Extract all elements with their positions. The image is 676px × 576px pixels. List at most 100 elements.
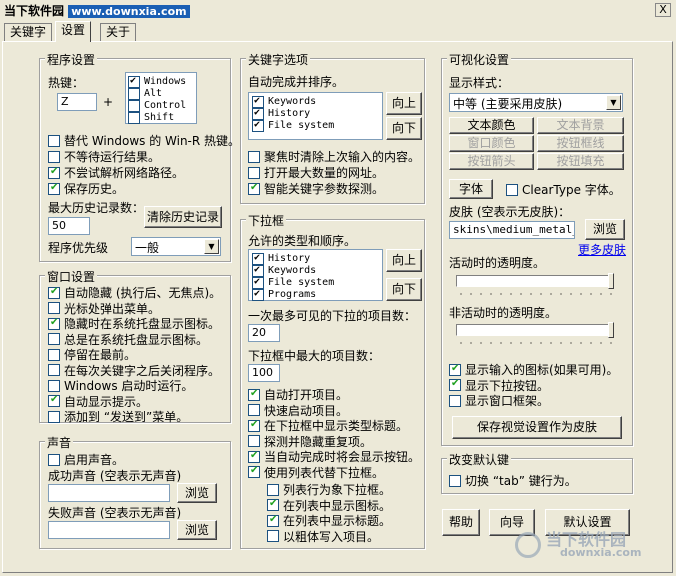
stay-on-top-checkbox[interactable]: 停留在最前。	[48, 347, 221, 363]
font-button[interactable]: 字体	[449, 179, 493, 199]
skin-label: 皮肤 (空表示无皮肤)：	[449, 205, 571, 219]
max-history-input[interactable]: 50	[48, 217, 90, 235]
visible-items-input[interactable]: 20	[248, 324, 280, 342]
checkbox-label: 添加到 “发送到”菜单。	[64, 410, 189, 425]
replace-win-r-checkbox[interactable]: 替代 Windows 的 Win-R 热键。	[48, 133, 240, 148]
dropdown-move-down-button[interactable]: 向下	[386, 278, 422, 301]
active-opacity-slider-handle[interactable]	[608, 273, 614, 289]
tab-keywords[interactable]: 关键字	[4, 23, 53, 41]
clear-history-button[interactable]: 清除历史记录	[144, 206, 222, 228]
enable-sound-checkbox[interactable]: 启用声音。	[48, 452, 124, 467]
checkbox-label: 自动隐藏 (执行后、无焦点)。	[64, 286, 222, 301]
more-skins-link[interactable]: 更多皮肤	[578, 241, 626, 258]
source-label: File system	[268, 120, 335, 131]
open-max-urls-checkbox[interactable]: 打开最大数量的网址。	[248, 165, 384, 180]
save-history-checkbox[interactable]: 保存历史。	[48, 181, 124, 196]
watermark-url: downxia.com	[560, 546, 642, 559]
checkbox-icon	[248, 465, 260, 479]
auto-tips-checkbox[interactable]: 自动显示提示。	[48, 394, 221, 410]
priority-select[interactable]: 一般 ▼	[131, 237, 221, 256]
checkbox-icon	[449, 474, 461, 487]
dropdown-title: 下拉框	[246, 212, 287, 229]
clear-on-focus-checkbox[interactable]: 聚焦时清除上次输入的内容。	[248, 149, 420, 164]
checkbox-icon	[248, 419, 260, 432]
modifier-shift[interactable]: Shift	[128, 110, 174, 125]
button-arrow-button[interactable]: 按钮箭头	[449, 153, 534, 170]
checkbox-icon	[267, 498, 279, 512]
auto-hide-checkbox[interactable]: 自动隐藏 (执行后、无焦点)。	[48, 285, 221, 301]
checkbox-icon	[48, 333, 60, 346]
window-color-button[interactable]: 窗口颜色	[449, 135, 534, 152]
list-sub-options: 列表行为象下拉框。 在列表中显示图标。 在列表中显示标题。 以粗体写入项目。	[267, 482, 391, 544]
help-button[interactable]: 帮助	[442, 509, 480, 536]
list-show-icons-checkbox[interactable]: 在列表中显示图标。	[267, 498, 391, 514]
checkbox-label: 显示窗口框架。	[465, 394, 550, 409]
list-show-titles-checkbox[interactable]: 在列表中显示标题。	[267, 513, 391, 529]
popup-at-cursor-checkbox[interactable]: 光标处弹出菜单。	[48, 301, 221, 317]
max-items-input[interactable]: 100	[248, 364, 280, 382]
fail-sound-input[interactable]	[48, 521, 170, 539]
always-tray-checkbox[interactable]: 总是在系统托盘显示图标。	[48, 332, 221, 348]
window-title-url: www.downxia.com	[68, 5, 190, 18]
no-wait-checkbox[interactable]: 不等待运行结果。	[48, 149, 160, 164]
show-window-frame-checkbox[interactable]: 显示窗口框架。	[449, 393, 618, 409]
skin-path-input[interactable]: skins\medium_metal_bi	[449, 221, 575, 239]
browse-skin-button[interactable]: 浏览	[585, 219, 625, 240]
dropdown-move-up-button[interactable]: 向上	[386, 249, 422, 272]
chevron-down-icon: ▼	[204, 239, 219, 254]
tab-settings[interactable]: 设置	[55, 21, 92, 42]
text-background-button[interactable]: 文本背景	[537, 117, 624, 134]
inactive-opacity-slider-handle[interactable]	[608, 322, 614, 338]
hide-duplicates-checkbox[interactable]: 探测并隐藏重复项。	[248, 434, 420, 450]
display-style-label: 显示样式：	[449, 76, 510, 90]
keyword-move-down-button[interactable]: 向下	[386, 117, 422, 140]
button-fill-button[interactable]: 按钮填充	[537, 153, 624, 170]
close-button[interactable]: X	[655, 3, 671, 17]
source-file-system[interactable]: File system	[252, 118, 334, 133]
send-to-menu-checkbox[interactable]: 添加到 “发送到”菜单。	[48, 409, 221, 425]
text-color-button[interactable]: 文本颜色	[449, 117, 534, 134]
checkbox-label: 启用声音。	[64, 453, 125, 467]
smart-param-checkbox[interactable]: 智能关键字参数探测。	[248, 181, 384, 196]
show-button-autocomplete-checkbox[interactable]: 当自动完成时将会显示按钮。	[248, 449, 420, 465]
cleartype-checkbox[interactable]: ClearType 字体。	[506, 182, 621, 197]
close-after-keyword-checkbox[interactable]: 在每次关键字之后关闭程序。	[48, 363, 221, 379]
show-type-titles-checkbox[interactable]: 在下拉框中显示类型标题。	[248, 418, 420, 434]
list-bold-items-checkbox[interactable]: 以粗体写入项目。	[267, 529, 391, 545]
display-style-select[interactable]: 中等 (主要采用皮肤) ▼	[449, 93, 623, 112]
button-border-button[interactable]: 按钮框线	[537, 135, 624, 152]
checkbox-icon	[252, 119, 264, 132]
hotkey-input[interactable]: Z	[57, 93, 97, 111]
checkbox-label: ClearType 字体。	[522, 183, 621, 197]
tray-when-hidden-checkbox[interactable]: 隐藏时在系统托盘显示图标。	[48, 316, 221, 332]
hotkey-label: 热键：	[48, 76, 85, 90]
save-as-skin-button[interactable]: 保存视觉设置作为皮肤	[452, 416, 622, 439]
active-opacity-slider[interactable]	[456, 275, 614, 287]
checkbox-label: 保存历史。	[64, 182, 125, 196]
checkbox-label: 在列表中显示标题。	[283, 514, 392, 529]
no-resolve-network-checkbox[interactable]: 不尝试解析网络路径。	[48, 165, 184, 180]
switch-tab-behavior-checkbox[interactable]: 切换 “tab” 键行为。	[449, 473, 577, 488]
checkbox-icon	[248, 435, 260, 448]
quick-launch-checkbox[interactable]: 快速启动项目。	[248, 403, 420, 419]
success-sound-label: 成功声音 (空表示无声音)	[48, 469, 182, 483]
browse-fail-sound-button[interactable]: 浏览	[177, 520, 217, 540]
checkbox-icon	[248, 450, 260, 463]
checkbox-icon	[248, 404, 260, 417]
auto-open-checkbox[interactable]: 自动打开项目。	[248, 387, 420, 403]
inactive-opacity-slider[interactable]	[456, 324, 614, 336]
checkbox-icon	[48, 410, 60, 423]
run-at-startup-checkbox[interactable]: Windows 启动时运行。	[48, 378, 221, 394]
checkbox-label: 当自动完成时将会显示按钮。	[264, 450, 421, 465]
browse-success-sound-button[interactable]: 浏览	[177, 483, 217, 503]
success-sound-input[interactable]	[48, 484, 170, 502]
tab-about[interactable]: 关于	[100, 23, 137, 41]
show-dropdown-button-checkbox[interactable]: 显示下拉按钮。	[449, 378, 618, 394]
checkbox-icon	[48, 348, 60, 361]
show-input-icon-checkbox[interactable]: 显示输入的图标(如果可用)。	[449, 362, 618, 378]
list-behave-dropdown-checkbox[interactable]: 列表行为象下拉框。	[267, 482, 391, 498]
checkbox-icon	[267, 483, 279, 496]
keyword-move-up-button[interactable]: 向上	[386, 92, 422, 115]
use-list-checkbox[interactable]: 使用列表代替下拉框。	[248, 465, 420, 481]
type-programs[interactable]: Programs	[252, 287, 316, 302]
